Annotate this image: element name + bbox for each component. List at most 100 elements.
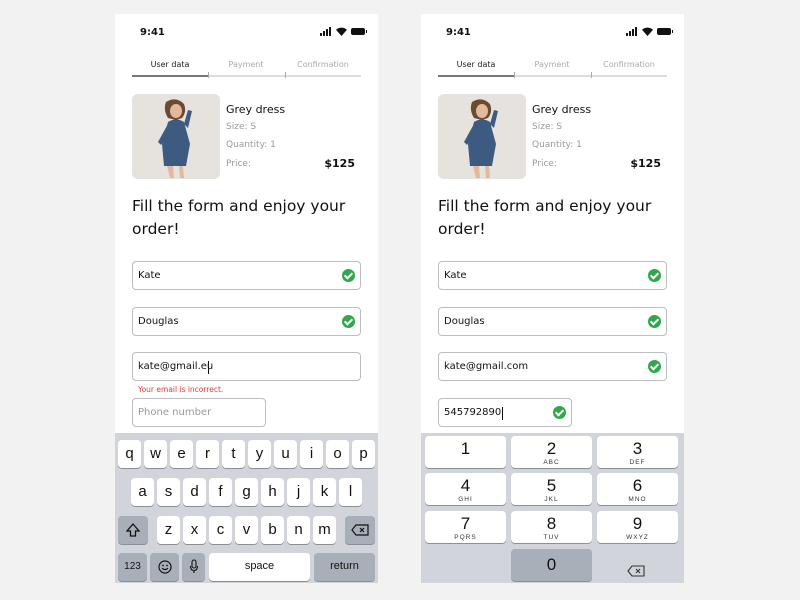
numpad-backspace-key[interactable] [595, 559, 676, 583]
status-time: 9:41 [140, 27, 165, 38]
numpad-key-7[interactable]: 7 PQRS [425, 511, 506, 543]
key-x[interactable]: x [183, 516, 206, 544]
first-name-field[interactable] [132, 261, 361, 290]
key-u[interactable]: u [274, 440, 297, 468]
numpad-key-5[interactable]: 5 JKL [511, 473, 592, 505]
key-k[interactable]: k [313, 478, 336, 506]
first-name-input[interactable] [133, 262, 360, 289]
key-h[interactable]: h [261, 478, 284, 506]
shift-key[interactable] [118, 516, 148, 544]
email-input[interactable] [133, 353, 360, 380]
email-input[interactable] [439, 353, 666, 380]
key-j[interactable]: j [287, 478, 310, 506]
check-icon [648, 269, 661, 282]
numpad-key-4[interactable]: 4 GHI [425, 473, 506, 505]
first-name-field[interactable] [438, 261, 667, 290]
key-p[interactable]: p [352, 440, 375, 468]
key-y[interactable]: y [248, 440, 271, 468]
numeric-keypad: 1 2 ABC 3 DEF 4 GHI 5 JKL 6 MNO 7 PQRS 8 TUV 9W… [421, 433, 684, 583]
emoji-icon [157, 560, 172, 574]
key-g[interactable]: g [235, 478, 258, 506]
first-name-input[interactable] [439, 262, 666, 289]
key-z[interactable]: z [157, 516, 180, 544]
check-icon [342, 269, 355, 282]
numpad-key-0[interactable]: 0 [511, 549, 592, 581]
last-name-input[interactable] [133, 308, 360, 335]
numpad-key-2[interactable]: 2 ABC [511, 436, 592, 468]
stepper-tick [514, 72, 515, 78]
key-c[interactable]: c [209, 516, 232, 544]
step-payment[interactable]: Payment [208, 60, 284, 69]
key-o[interactable]: o [326, 440, 349, 468]
step-user-data[interactable]: User data [132, 60, 208, 69]
product-image [438, 94, 526, 179]
key-n[interactable]: n [287, 516, 310, 544]
email-field[interactable] [132, 352, 361, 381]
form-headline: Fill the form and enjoy your order! [132, 197, 346, 238]
product-size: Size: S [532, 122, 563, 132]
check-icon [553, 406, 566, 419]
numpad-key-9[interactable]: 9 WXYZ [597, 511, 678, 543]
key-s[interactable]: s [157, 478, 180, 506]
phone-field[interactable] [438, 398, 572, 427]
product-price-label: Price: [532, 159, 557, 169]
shift-icon [125, 523, 141, 537]
key-f[interactable]: f [209, 478, 232, 506]
email-field[interactable] [438, 352, 667, 381]
stepper-progress [132, 75, 208, 77]
phone-screen-left: 9:41 User data Payment Confirmation Grey… [115, 14, 378, 583]
numpad-key-6[interactable]: 6 MNO [597, 473, 678, 505]
backspace-icon [627, 565, 645, 577]
product-price: $125 [630, 157, 661, 170]
microphone-key[interactable] [182, 553, 205, 581]
last-name-field[interactable] [132, 307, 361, 336]
stepper-tick [285, 72, 286, 78]
key-m[interactable]: m [313, 516, 336, 544]
key-l[interactable]: l [339, 478, 362, 506]
product-price-label: Price: [226, 159, 251, 169]
key-v[interactable]: v [235, 516, 258, 544]
phone-input[interactable] [439, 399, 571, 426]
space-key[interactable]: space [209, 553, 310, 581]
numpad-key-3[interactable]: 3 DEF [597, 436, 678, 468]
numpad-key-8[interactable]: 8 TUV [511, 511, 592, 543]
key-e[interactable]: e [170, 440, 193, 468]
key-i[interactable]: i [300, 440, 323, 468]
phone-input[interactable] [133, 399, 265, 426]
signal-icon [320, 27, 332, 36]
product-name: Grey dress [532, 103, 592, 116]
last-name-input[interactable] [439, 308, 666, 335]
step-confirmation[interactable]: Confirmation [285, 60, 361, 69]
step-confirmation[interactable]: Confirmation [591, 60, 667, 69]
return-key[interactable]: return [314, 553, 375, 581]
status-bar: 9:41 [421, 14, 684, 54]
check-icon [648, 360, 661, 373]
numbers-key[interactable]: 123 [118, 553, 147, 581]
email-error-message: Your email is incorrect. [138, 385, 224, 394]
step-user-data[interactable]: User data [438, 60, 514, 69]
key-w[interactable]: w [144, 440, 167, 468]
microphone-icon [189, 559, 198, 573]
check-icon [342, 315, 355, 328]
phone-screen-right: 9:41 User data Payment Confirmation Grey… [421, 14, 684, 583]
progress-stepper: User data Payment Confirmation [132, 60, 361, 80]
qwerty-keyboard: q w e r t y u i o p a s d f g h j k l z … [115, 433, 378, 583]
backspace-key[interactable] [345, 516, 375, 544]
phone-field[interactable] [132, 398, 266, 427]
text-cursor [502, 407, 503, 420]
key-d[interactable]: d [183, 478, 206, 506]
key-t[interactable]: t [222, 440, 245, 468]
key-b[interactable]: b [261, 516, 284, 544]
key-r[interactable]: r [196, 440, 219, 468]
signal-icon [626, 27, 638, 36]
backspace-icon [351, 524, 369, 536]
numpad-key-1[interactable]: 1 [425, 436, 506, 468]
key-a[interactable]: a [131, 478, 154, 506]
wifi-icon [642, 27, 653, 36]
product-name: Grey dress [226, 103, 286, 116]
key-q[interactable]: q [118, 440, 141, 468]
emoji-key[interactable] [150, 553, 179, 581]
last-name-field[interactable] [438, 307, 667, 336]
product-size: Size: S [226, 122, 257, 132]
step-payment[interactable]: Payment [514, 60, 590, 69]
